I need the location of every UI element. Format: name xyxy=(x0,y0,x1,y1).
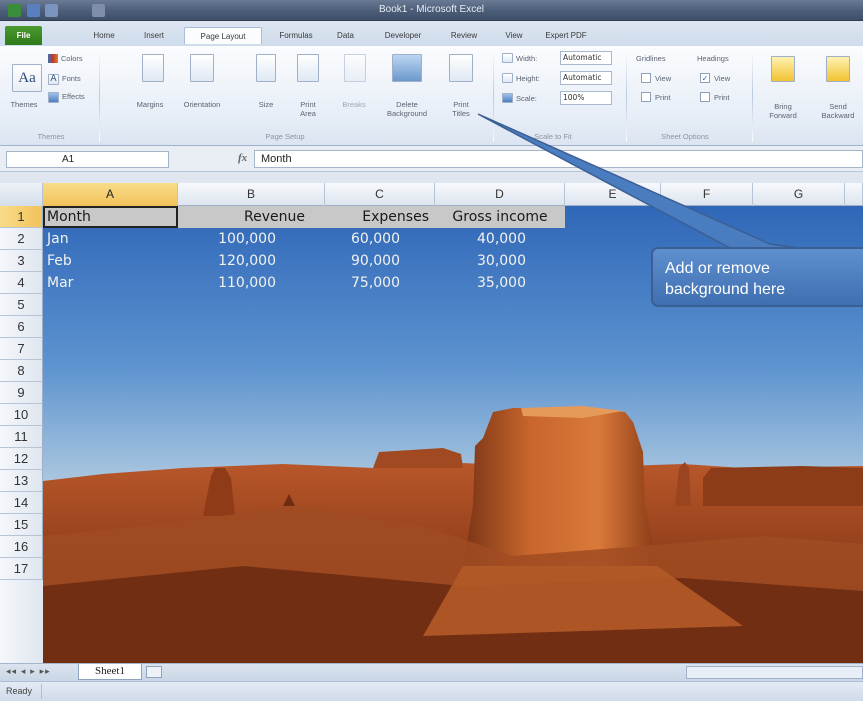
sheet-nav-icons[interactable]: ◂◂ ◂ ▸ ▸▸ xyxy=(6,667,51,677)
insert-sheet-icon[interactable] xyxy=(146,666,162,678)
horizontal-scrollbar[interactable] xyxy=(686,666,863,679)
callout-line-1: Add or remove xyxy=(665,260,770,277)
sheet-tab-bar: ◂◂ ◂ ▸ ▸▸ Sheet1 xyxy=(0,663,863,681)
status-divider xyxy=(41,684,42,699)
callout-box: Add or remove background here xyxy=(651,247,863,307)
callout-pointer xyxy=(477,113,807,250)
sheet-tab-sheet1[interactable]: Sheet1 xyxy=(78,664,142,680)
callout-line-2: background here xyxy=(665,281,786,298)
status-bar: Ready xyxy=(0,681,863,701)
status-text: Ready xyxy=(6,686,33,696)
